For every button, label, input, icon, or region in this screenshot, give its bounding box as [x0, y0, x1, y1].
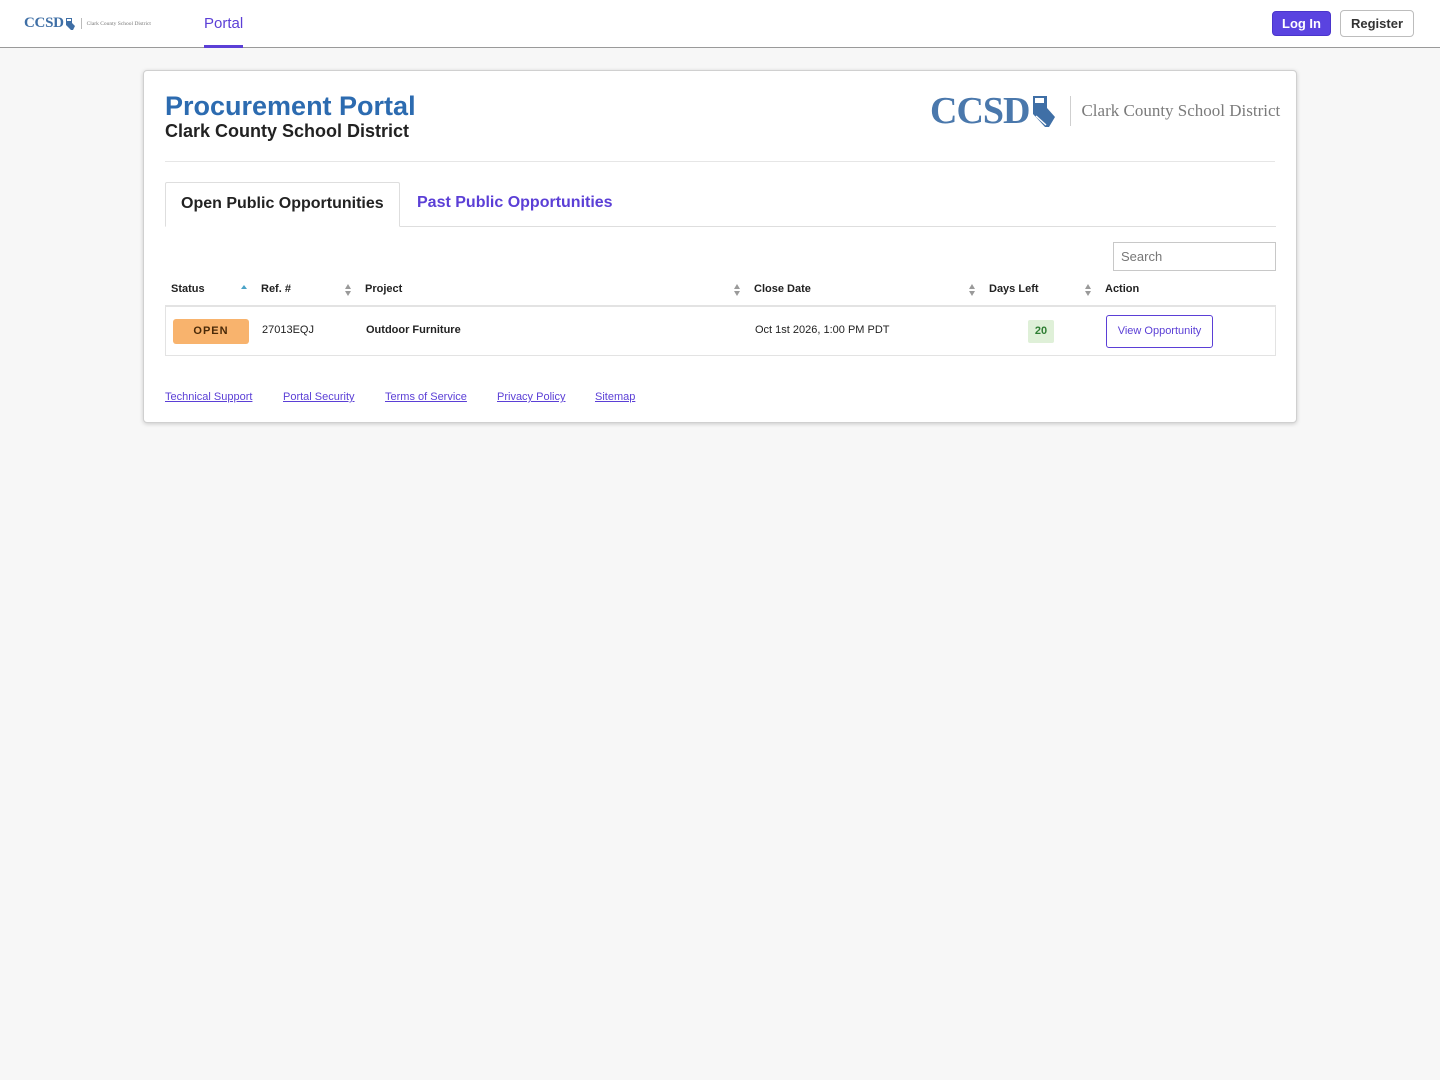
footer-link-sitemap[interactable]: Sitemap — [595, 391, 635, 403]
tab-past-opportunities[interactable]: Past Public Opportunities — [417, 194, 613, 212]
portal-card: Procurement Portal Clark County School D… — [143, 70, 1297, 423]
ccsd-logo[interactable]: CCSD Clark County School District — [24, 15, 151, 32]
header-divider — [165, 161, 1275, 162]
column-header-days-left[interactable]: Days Left — [989, 283, 1039, 295]
project-name: Outdoor Furniture — [366, 324, 461, 336]
column-header-action: Action — [1105, 283, 1140, 295]
footer-link-terms-of-service[interactable]: Terms of Service — [385, 391, 467, 403]
sort-icon[interactable] — [968, 282, 976, 298]
nav-tab-portal[interactable]: Portal — [204, 0, 244, 48]
ref-number: 27013EQJ — [262, 324, 314, 336]
sort-icon[interactable] — [733, 282, 741, 298]
top-navbar: CCSD Clark County School District Portal… — [0, 0, 1440, 48]
close-date: Oct 1st 2026, 1:00 PM PDT — [755, 324, 890, 336]
page-subtitle: Clark County School District — [165, 121, 410, 141]
sort-icon[interactable] — [1084, 282, 1092, 298]
login-button[interactable]: Log In — [1272, 11, 1331, 36]
register-button[interactable]: Register — [1340, 10, 1414, 37]
tab-open-opportunities[interactable]: Open Public Opportunities — [165, 182, 400, 227]
footer-link-portal-security[interactable]: Portal Security — [283, 391, 355, 403]
logo-separator — [1070, 96, 1072, 126]
logo-district-name: Clark County School District — [86, 20, 151, 27]
column-header-close-date[interactable]: Close Date — [754, 283, 811, 295]
footer-link-technical-support[interactable]: Technical Support — [165, 391, 252, 403]
search-input[interactable] — [1113, 242, 1276, 271]
nevada-flag-icon — [65, 17, 75, 30]
status-badge: OPEN — [173, 319, 249, 344]
footer-link-privacy-policy[interactable]: Privacy Policy — [497, 391, 565, 403]
view-opportunity-button[interactable]: View Opportunity — [1106, 315, 1213, 348]
column-header-ref[interactable]: Ref. # — [261, 283, 291, 295]
days-left-badge: 20 — [1028, 320, 1054, 343]
page-title: Procurement Portal — [165, 91, 416, 121]
column-header-project[interactable]: Project — [365, 283, 402, 295]
district-logo-mark: CCSD — [930, 90, 1030, 132]
logo-separator — [80, 18, 82, 29]
nevada-shield-icon — [1033, 96, 1056, 127]
district-logo: CCSD Clark County School District — [930, 91, 1280, 131]
sort-icon[interactable] — [344, 282, 352, 298]
table-row: OPEN 27013EQJ Outdoor Furniture Oct 1st … — [165, 307, 1276, 356]
district-logo-name: Clark County School District — [1081, 101, 1281, 120]
logo-mark: CCSD — [24, 15, 64, 31]
sort-ascending-icon[interactable] — [240, 282, 248, 298]
column-header-status[interactable]: Status — [171, 283, 205, 295]
